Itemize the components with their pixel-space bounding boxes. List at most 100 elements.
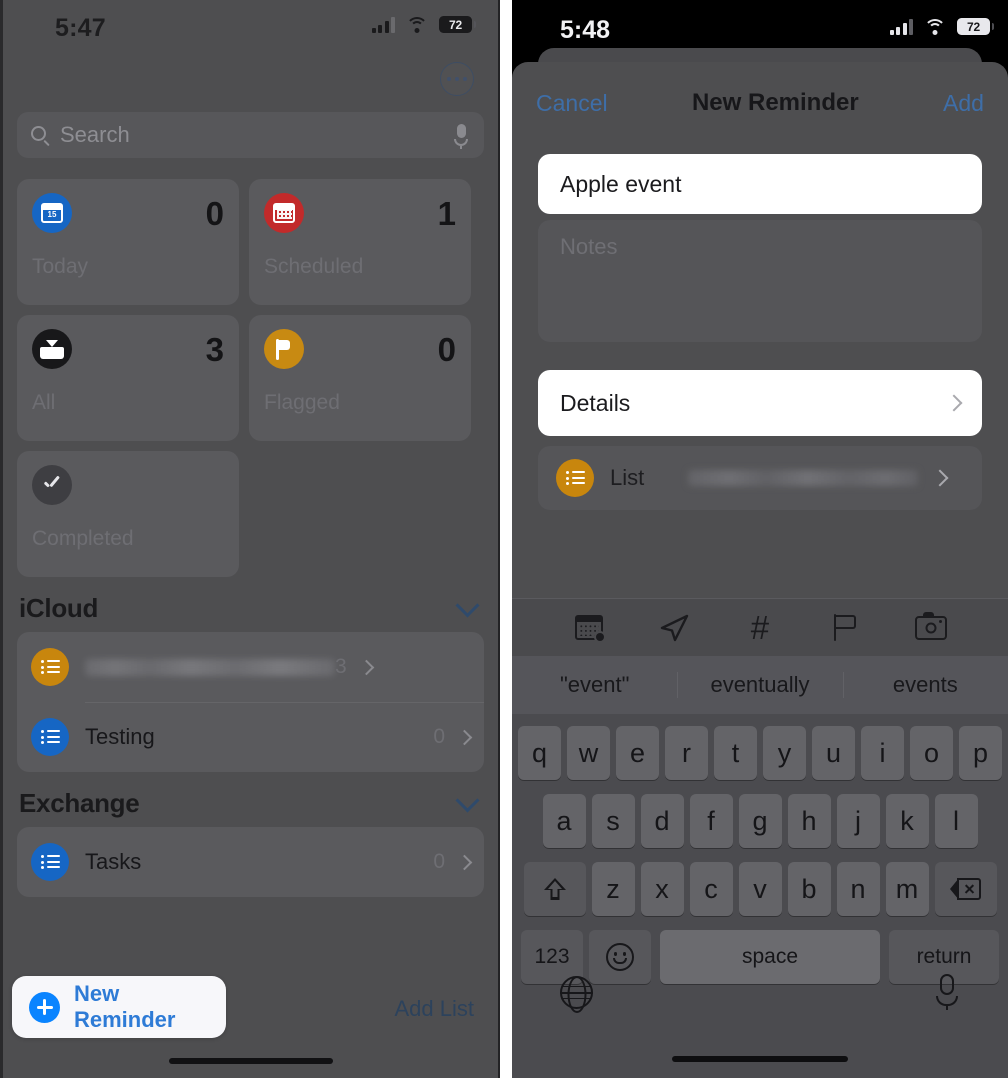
inbox-tray-icon — [32, 329, 72, 369]
camera-icon[interactable] — [914, 611, 948, 643]
calendar-today-icon: 15 — [32, 193, 72, 233]
key-b[interactable]: b — [787, 862, 831, 916]
details-row[interactable]: Details — [538, 370, 982, 436]
chevron-down-icon[interactable] — [455, 788, 480, 813]
sheet-navigation-bar: Cancel New Reminder Add — [512, 62, 1008, 144]
key-n[interactable]: n — [836, 862, 880, 916]
delete-key[interactable] — [934, 862, 997, 916]
key-e[interactable]: e — [616, 726, 659, 780]
keyboard-bottom-bar — [512, 962, 1008, 1078]
smart-card-all[interactable]: 3 All — [17, 315, 239, 441]
key-z[interactable]: z — [591, 862, 635, 916]
key-h[interactable]: h — [787, 794, 831, 848]
key-p[interactable]: p — [959, 726, 1002, 780]
key-y[interactable]: y — [763, 726, 806, 780]
list-count: 3 — [335, 655, 347, 678]
list-count: 0 — [433, 725, 445, 748]
list-label: List — [610, 465, 645, 490]
suggestion-1[interactable]: eventually — [677, 672, 842, 698]
battery-icon: 72 — [957, 18, 994, 35]
list-group-exchange: Tasks 0 — [17, 827, 484, 897]
microphone-icon[interactable] — [936, 974, 958, 1010]
suggestion-divider — [842, 672, 844, 698]
smart-lists-grid: 15 0 Today 1 Scheduled 3 All 0 Flagged C… — [17, 179, 484, 577]
location-arrow-icon[interactable] — [657, 613, 691, 643]
card-label: Scheduled — [264, 255, 364, 278]
chevron-right-icon — [456, 729, 473, 745]
section-title: iCloud — [19, 593, 99, 623]
new-reminder-sheet: Cancel New Reminder Add Apple event Note… — [512, 62, 1008, 1078]
card-label: All — [32, 391, 56, 414]
key-i[interactable]: i — [861, 726, 904, 780]
key-t[interactable]: t — [714, 726, 757, 780]
key-f[interactable]: f — [689, 794, 733, 848]
suggestion-0[interactable]: "event" — [512, 672, 677, 698]
key-s[interactable]: s — [591, 794, 635, 848]
shift-icon — [543, 878, 567, 901]
hashtag-icon[interactable]: # — [743, 611, 777, 644]
reminder-title-value: Apple event — [560, 170, 682, 197]
chevron-down-icon[interactable] — [455, 593, 480, 618]
key-d[interactable]: d — [640, 794, 684, 848]
chevron-right-icon — [945, 394, 963, 412]
suggestion-2[interactable]: events — [843, 672, 1008, 698]
software-keyboard: "event" eventually events q w e r t y u — [512, 656, 1008, 1078]
selected-list-name-blurred — [688, 470, 919, 486]
section-header-exchange[interactable]: Exchange — [19, 788, 482, 819]
checkmark-circle-icon — [32, 465, 72, 505]
list-item[interactable]: Tasks 0 — [17, 827, 484, 897]
key-w[interactable]: w — [567, 726, 610, 780]
flag-outline-icon[interactable] — [829, 613, 863, 643]
keyboard-row-3: z x c v b n m — [512, 862, 1008, 916]
left-toolbar — [3, 56, 498, 104]
typing-suggestions-bar: "event" eventually events — [512, 656, 1008, 714]
reminder-title-input[interactable]: Apple event — [538, 154, 982, 214]
list-selector-row[interactable]: List — [538, 446, 982, 510]
search-input[interactable]: Search — [17, 112, 484, 158]
list-name: Tasks — [85, 849, 142, 874]
key-a[interactable]: a — [542, 794, 586, 848]
quick-action-toolbar: # — [512, 598, 1008, 656]
key-j[interactable]: j — [836, 794, 880, 848]
globe-icon[interactable] — [560, 976, 593, 1009]
reminder-notes-input[interactable]: Notes — [538, 220, 982, 342]
smart-card-today[interactable]: 15 0 Today — [17, 179, 239, 305]
smart-card-flagged[interactable]: 0 Flagged — [249, 315, 471, 441]
add-list-button[interactable]: Add List — [395, 996, 475, 1022]
key-q[interactable]: q — [518, 726, 561, 780]
key-r[interactable]: r — [665, 726, 708, 780]
list-group-icloud: 3 Testing 0 — [17, 632, 484, 772]
key-v[interactable]: v — [738, 862, 782, 916]
key-l[interactable]: l — [934, 794, 978, 848]
smart-card-completed[interactable]: Completed — [17, 451, 239, 577]
list-item[interactable]: 3 — [17, 632, 484, 702]
key-k[interactable]: k — [885, 794, 929, 848]
notes-placeholder: Notes — [560, 234, 618, 259]
key-g[interactable]: g — [738, 794, 782, 848]
battery-level: 72 — [967, 19, 980, 34]
flag-icon — [264, 329, 304, 369]
calendar-clock-icon[interactable] — [572, 613, 606, 643]
section-header-icloud[interactable]: iCloud — [19, 593, 482, 624]
new-reminder-button[interactable]: New Reminder — [12, 976, 226, 1038]
card-label: Flagged — [264, 391, 340, 414]
list-item[interactable]: Testing 0 — [17, 702, 484, 772]
microphone-icon[interactable] — [454, 124, 468, 149]
key-u[interactable]: u — [812, 726, 855, 780]
list-bullets-icon — [31, 718, 69, 756]
key-x[interactable]: x — [640, 862, 684, 916]
ellipsis-circle-icon[interactable] — [440, 62, 474, 96]
cancel-button[interactable]: Cancel — [536, 90, 608, 117]
card-label: Completed — [32, 527, 134, 550]
key-m[interactable]: m — [885, 862, 929, 916]
screenshot-stage: 5:47 72 Search 15 0 Today 1 Scheduled 3 … — [0, 0, 1008, 1078]
suggestion-divider — [677, 672, 679, 698]
shift-key[interactable] — [523, 862, 586, 916]
wifi-icon — [924, 18, 946, 35]
key-c[interactable]: c — [689, 862, 733, 916]
add-button[interactable]: Add — [943, 90, 984, 117]
key-o[interactable]: o — [910, 726, 953, 780]
smart-card-scheduled[interactable]: 1 Scheduled — [249, 179, 471, 305]
home-indicator — [168, 1058, 333, 1064]
list-count: 0 — [433, 850, 445, 873]
